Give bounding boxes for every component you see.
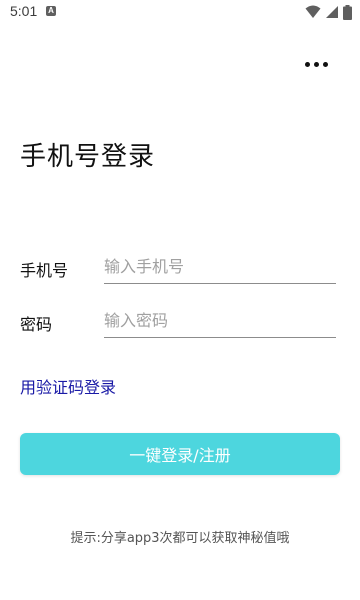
hint-text: 提示:分享app3次都可以获取神秘值哦 xyxy=(70,531,290,546)
password-label: 密码 xyxy=(20,315,53,334)
signal-icon xyxy=(325,5,339,19)
password-row: 密码 xyxy=(20,301,336,341)
page-title: 手机号登录 xyxy=(20,142,156,172)
password-input[interactable] xyxy=(104,305,336,338)
status-icons xyxy=(305,4,352,20)
status-bar: 5:01 A xyxy=(0,0,360,24)
dot xyxy=(313,61,319,67)
battery-icon xyxy=(343,4,352,20)
more-options-icon[interactable] xyxy=(299,52,333,76)
notification-badge: A xyxy=(46,6,56,16)
sms-code-login-link[interactable]: 用验证码登录 xyxy=(20,374,116,398)
login-register-button[interactable]: 一键登录/注册 xyxy=(20,433,340,475)
dot xyxy=(304,61,310,67)
phone-label: 手机号 xyxy=(20,261,69,280)
phone-input[interactable] xyxy=(104,251,336,284)
dot xyxy=(322,61,328,67)
status-time: 5:01 xyxy=(10,3,38,19)
phone-row: 手机号 xyxy=(20,247,336,287)
wifi-icon xyxy=(305,5,321,19)
